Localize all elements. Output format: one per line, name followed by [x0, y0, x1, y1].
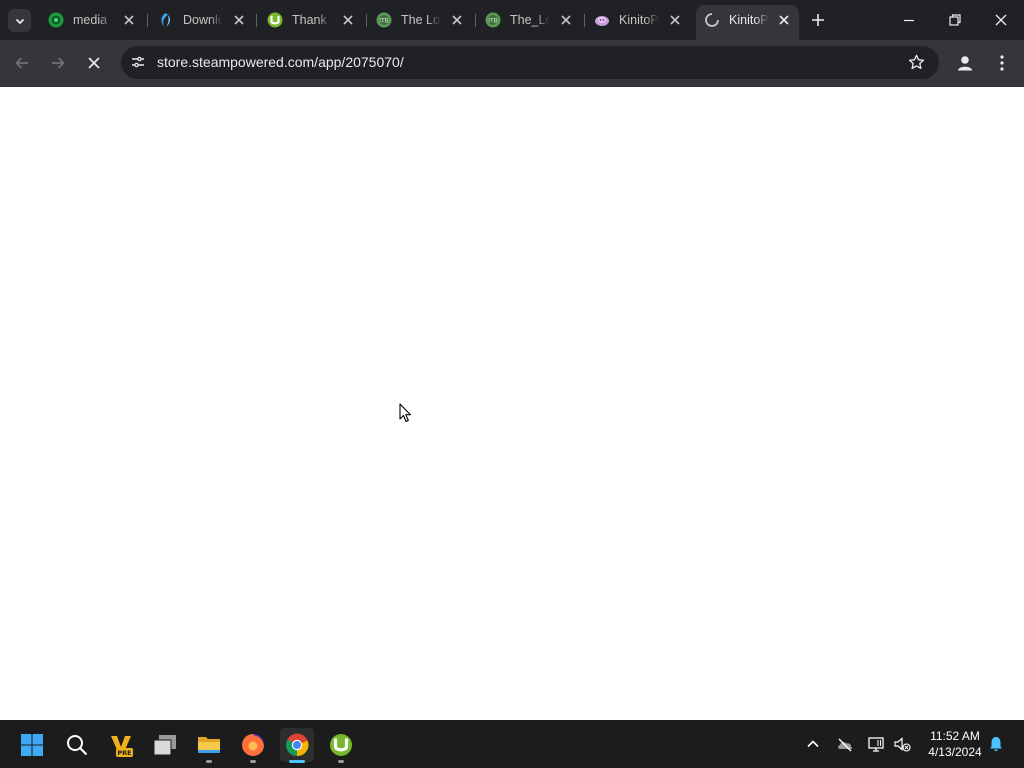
folder-icon: [198, 737, 220, 753]
notification-bell-icon[interactable]: [987, 735, 1005, 753]
running-indicator: [338, 760, 344, 763]
search-icon: [67, 735, 88, 756]
firefox-button[interactable]: [236, 728, 270, 762]
tab-divider: [147, 14, 148, 27]
task-view-icon: [153, 735, 176, 756]
clock-date: 4/13/2024: [928, 745, 982, 759]
loading-spinner-icon: [705, 13, 719, 27]
minimize-icon[interactable]: [901, 12, 917, 28]
game-site-icon: ITB: [485, 12, 501, 28]
browser-tab[interactable]: ITB The_Lo: [477, 6, 581, 34]
active-indicator: [289, 760, 305, 763]
system-clock[interactable]: 11:52 AM 4/13/2024: [918, 728, 992, 760]
page-content: [0, 87, 1024, 720]
tab-divider: [256, 14, 257, 27]
close-window-icon[interactable]: [993, 12, 1009, 28]
tab-title: Thank y: [292, 13, 332, 27]
clock-time: 11:52 AM: [930, 729, 980, 743]
browser-tab[interactable]: Thank y: [259, 6, 363, 34]
tab-title: KinitoP: [729, 13, 769, 27]
tab-strip: media Downlo Thank y ITB The Lo ITB The_…: [0, 0, 1024, 40]
close-icon[interactable]: [232, 13, 246, 27]
browser-toolbar: store.steampowered.com/app/2075070/: [0, 40, 1024, 87]
back-arrow-icon[interactable]: [12, 53, 32, 73]
browser-tab[interactable]: KinitoP: [586, 6, 690, 34]
speaker-muted-icon[interactable]: [893, 735, 911, 753]
stop-loading-icon[interactable]: [84, 53, 104, 73]
tab-title: The_Lo: [510, 13, 550, 27]
running-indicator: [206, 760, 212, 763]
restore-icon[interactable]: [947, 12, 963, 28]
network-icon[interactable]: [867, 735, 885, 753]
pre-badge: PRE: [117, 749, 131, 757]
address-bar[interactable]: store.steampowered.com/app/2075070/: [121, 46, 939, 79]
chrome-button[interactable]: [280, 728, 314, 762]
profile-icon[interactable]: [955, 53, 975, 73]
browser-tab[interactable]: Downlo: [150, 6, 254, 34]
close-icon[interactable]: [122, 13, 136, 27]
tab-search-button[interactable]: [8, 9, 31, 32]
close-icon[interactable]: [777, 13, 791, 27]
download-site-icon: [161, 13, 171, 27]
tab-title: media: [73, 13, 108, 27]
close-icon[interactable]: [450, 13, 464, 27]
mediafire-icon: [48, 12, 64, 28]
tab-title: KinitoP: [619, 13, 659, 27]
utorrent-icon: [330, 734, 352, 756]
game-site-icon: ITB: [376, 12, 392, 28]
svg-text:ITB: ITB: [488, 18, 498, 25]
mouse-cursor-icon: [399, 403, 412, 423]
windows-start-icon: [21, 734, 43, 756]
tab-divider: [366, 14, 367, 27]
tab-title: The Lo: [401, 13, 440, 27]
utorrent-icon: [267, 12, 283, 28]
site-info-icon[interactable]: [130, 54, 146, 70]
forward-arrow-icon[interactable]: [48, 53, 68, 73]
vegas-pro-icon: PRE: [111, 736, 133, 757]
close-icon[interactable]: [341, 13, 355, 27]
windows-taskbar: PRE 11:52 AM 4/13/2024: [0, 720, 1024, 768]
firefox-icon: [242, 734, 264, 756]
address-url[interactable]: store.steampowered.com/app/2075070/: [157, 54, 404, 70]
file-explorer-button[interactable]: [192, 728, 226, 762]
svg-text:ITB: ITB: [379, 18, 389, 25]
chevron-up-icon[interactable]: [804, 735, 822, 753]
kinito-icon: [595, 16, 609, 26]
browser-tab-active[interactable]: KinitoP: [696, 5, 799, 40]
new-tab-icon[interactable]: [809, 11, 827, 29]
kebab-menu-icon[interactable]: [995, 53, 1009, 73]
bookmark-star-icon[interactable]: [907, 53, 926, 72]
chrome-icon: [286, 733, 309, 757]
start-button[interactable]: [15, 728, 49, 762]
chevron-down-icon: [15, 18, 24, 24]
task-view-button[interactable]: [148, 728, 182, 762]
running-indicator: [250, 760, 256, 763]
tab-divider: [475, 14, 476, 27]
close-icon[interactable]: [668, 13, 682, 27]
utorrent-button[interactable]: [324, 728, 358, 762]
tab-title: Downlo: [183, 13, 223, 27]
search-button[interactable]: [60, 728, 94, 762]
vegas-pro-button[interactable]: PRE: [104, 728, 138, 762]
tab-divider: [584, 14, 585, 27]
onedrive-offline-icon[interactable]: [836, 735, 854, 753]
browser-tab[interactable]: media: [40, 6, 144, 34]
browser-tab[interactable]: ITB The Lo: [368, 6, 472, 34]
close-icon[interactable]: [559, 13, 573, 27]
